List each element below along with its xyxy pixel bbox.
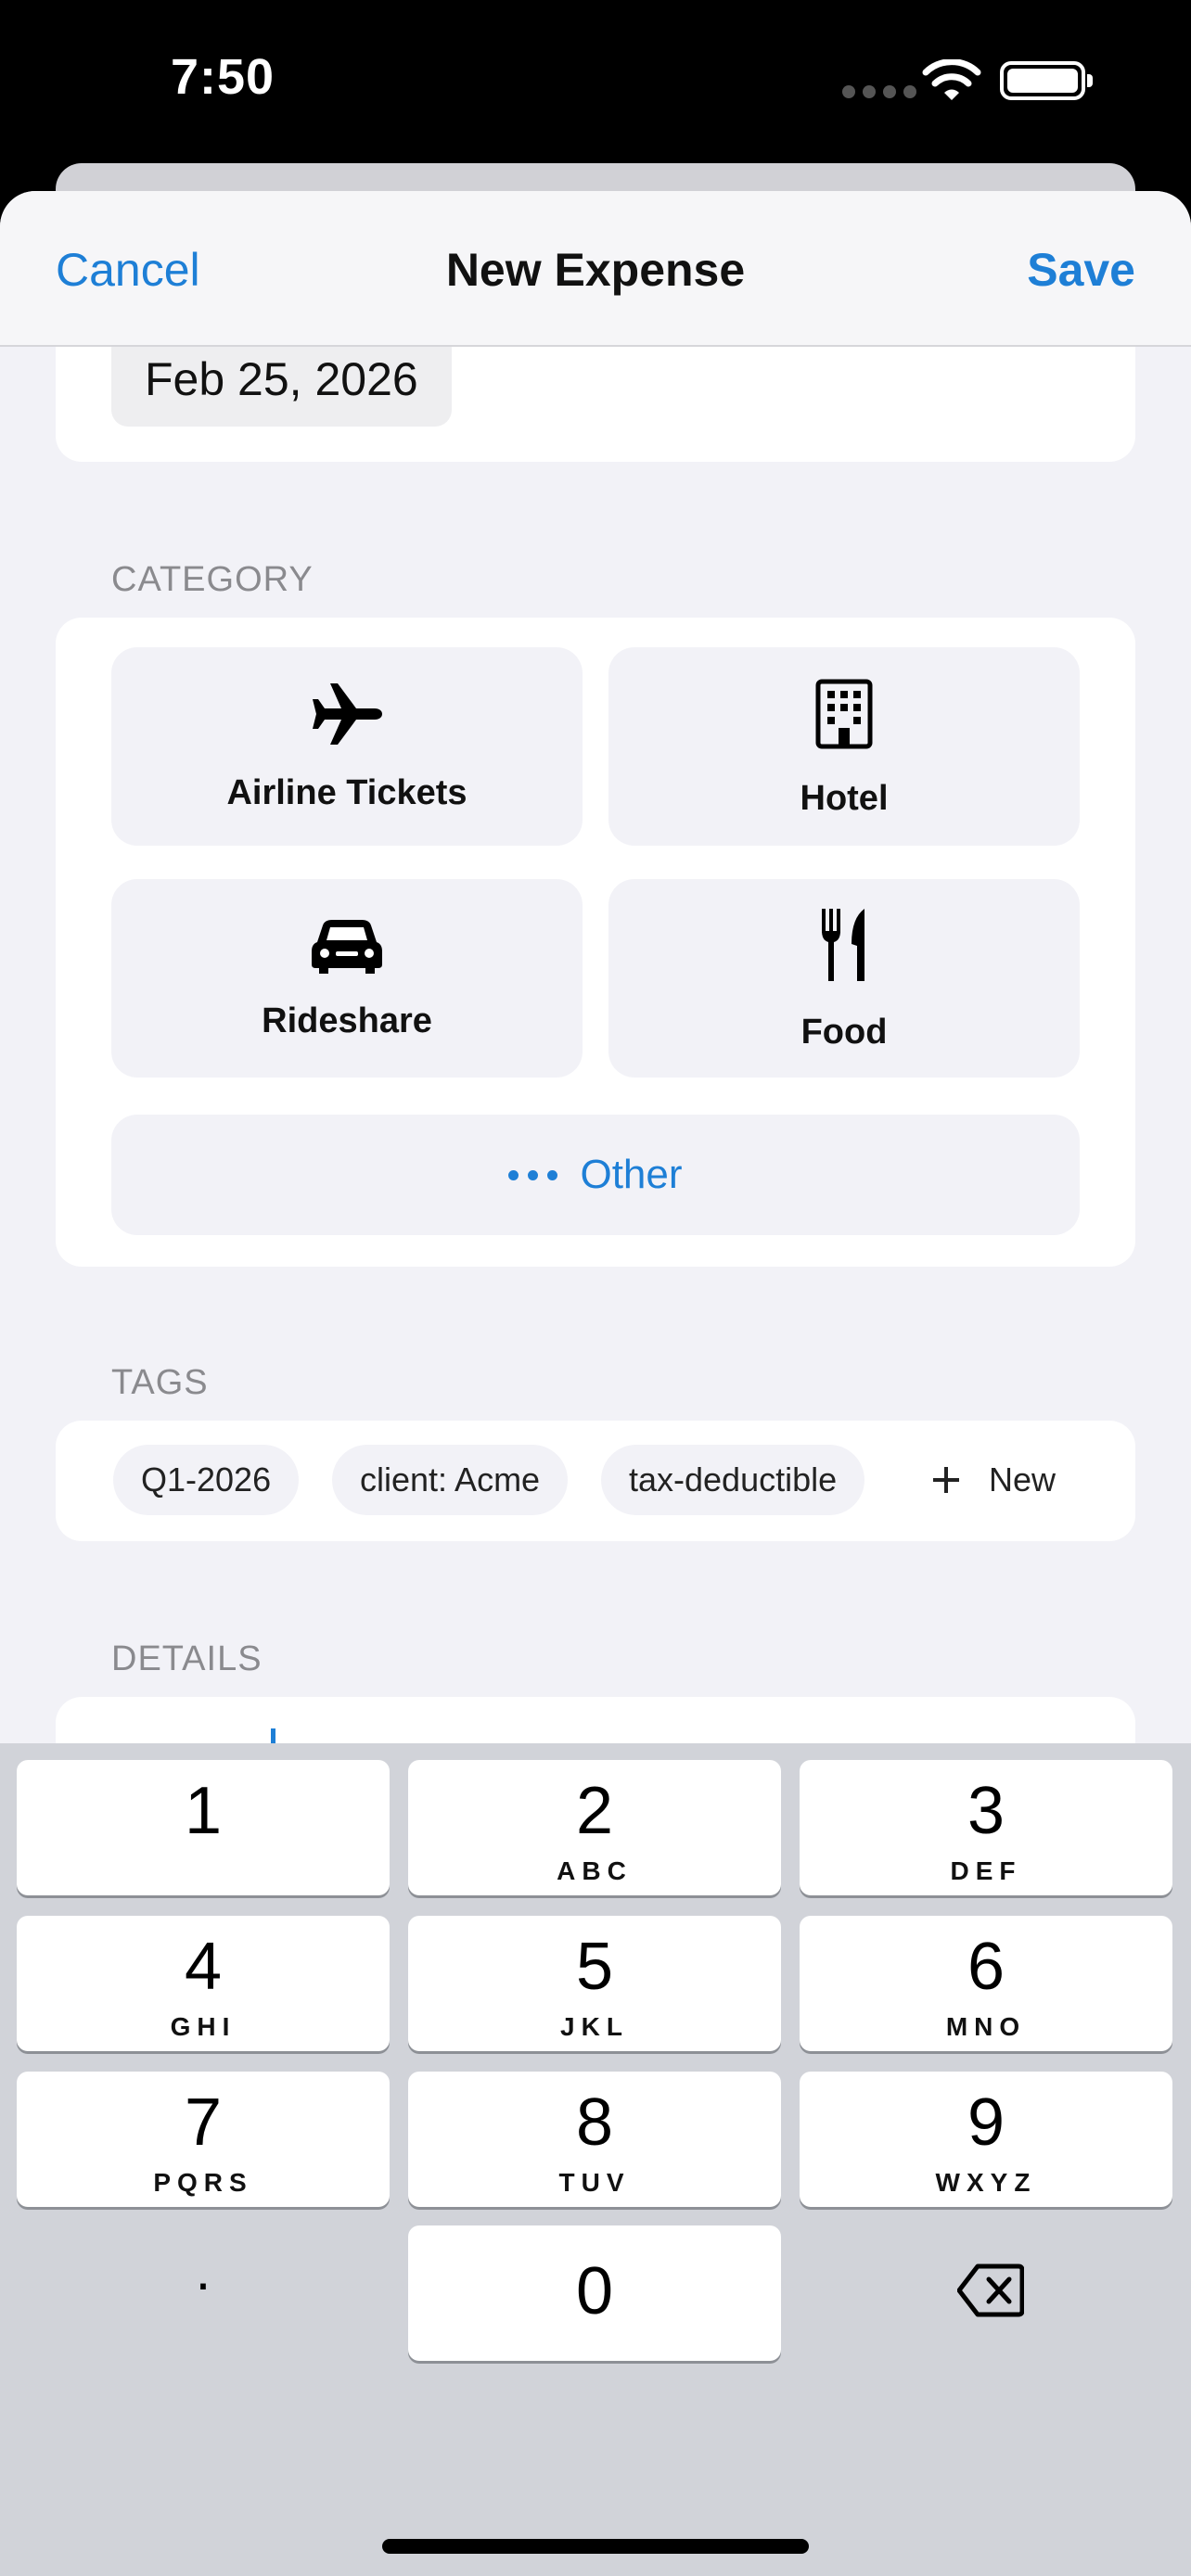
tag-chip[interactable]: tax-deductible [601, 1445, 865, 1515]
details-card [56, 1697, 1135, 1743]
numeric-keyboard: 1 2 ABC 3 DEF 4 GHI 5 JKL 6 MNO 7 PQRS 8 TUV 9 W… [0, 1743, 1191, 2576]
navigation-bar: Cancel New Expense Save [0, 191, 1191, 347]
key-letters: TUV [558, 2168, 631, 2197]
category-airline-tickets-button[interactable]: Airline Tickets [111, 647, 583, 846]
new-tag-button[interactable]: New [931, 1445, 1056, 1515]
tag-chip[interactable]: Q1-2026 [113, 1445, 300, 1515]
key-decimal[interactable]: . [17, 2225, 390, 2361]
category-rideshare-button[interactable]: Rideshare [111, 879, 583, 1078]
key-5[interactable]: 5 JKL [408, 1916, 781, 2051]
fork-knife-icon [608, 903, 1080, 987]
tags-section-label: TAGS [111, 1363, 209, 1402]
key-4[interactable]: 4 GHI [17, 1916, 390, 2051]
key-1[interactable]: 1 [17, 1760, 390, 1895]
key-number: 9 [967, 2085, 1005, 2160]
key-number: 3 [967, 1774, 1005, 1848]
tag-chip[interactable]: client: Acme [332, 1445, 569, 1515]
category-food-button[interactable]: Food [608, 879, 1080, 1078]
key-number: 4 [184, 1930, 223, 2004]
plus-icon [933, 1467, 959, 1493]
key-8[interactable]: 8 TUV [408, 2072, 781, 2207]
delete-backspace-icon [957, 2264, 1024, 2317]
details-section-label: DETAILS [111, 1639, 263, 1678]
key-number: 8 [575, 2085, 614, 2160]
key-letters: MNO [945, 2012, 1027, 2041]
key-number: . [195, 2239, 211, 2302]
key-6[interactable]: 6 MNO [800, 1916, 1172, 2051]
category-section-label: CATEGORY [111, 560, 314, 599]
key-letters: PQRS [153, 2168, 253, 2197]
category-hotel-button[interactable]: Hotel [608, 647, 1080, 846]
key-9[interactable]: 9 WXYZ [800, 2072, 1172, 2207]
category-label: Airline Tickets [226, 773, 467, 812]
car-icon [111, 907, 583, 985]
page-title: New Expense [445, 244, 746, 296]
cellular-signal-icon [842, 85, 916, 98]
home-indicator[interactable] [382, 2539, 809, 2554]
ellipsis-icon [508, 1169, 558, 1180]
key-letters: WXYZ [935, 2168, 1037, 2197]
key-2[interactable]: 2 ABC [408, 1760, 781, 1895]
key-3[interactable]: 3 DEF [800, 1760, 1172, 1895]
category-card: Airline Tickets Hotel Rideshare Food Oth… [56, 618, 1135, 1267]
tags-card: Q1-2026 client: Acme tax-deductible New [56, 1421, 1135, 1541]
status-time: 7:50 [171, 49, 275, 105]
key-letters: JKL [560, 2012, 629, 2041]
category-other-button[interactable]: Other [111, 1115, 1080, 1235]
key-letters: ABC [557, 1856, 633, 1885]
delete-key[interactable] [800, 2225, 1172, 2361]
category-label: Other [580, 1152, 683, 1197]
key-letters: GHI [170, 2012, 237, 2041]
category-label: Rideshare [262, 1001, 432, 1040]
category-label: Hotel [800, 779, 889, 818]
airplane-icon [111, 675, 583, 753]
save-button[interactable]: Save [1027, 243, 1135, 297]
key-0[interactable]: 0 [408, 2225, 781, 2361]
category-label: Food [800, 1013, 888, 1052]
key-7[interactable]: 7 PQRS [17, 2072, 390, 2207]
key-number: 0 [575, 2254, 614, 2328]
key-number: 7 [184, 2085, 223, 2160]
amount-input-caret[interactable] [271, 1728, 275, 1743]
building-icon [608, 675, 1080, 753]
battery-icon [1000, 61, 1093, 100]
status-bar: 7:50 [0, 0, 1191, 167]
key-number: 5 [575, 1930, 614, 2004]
new-expense-sheet: Cancel New Expense Save Feb 25, 2026 CAT… [0, 191, 1191, 1743]
key-number: 6 [967, 1930, 1005, 2004]
key-number: 2 [575, 1774, 614, 1848]
key-number: 1 [184, 1774, 223, 1848]
wifi-icon [922, 59, 981, 100]
key-letters: DEF [950, 1856, 1022, 1885]
new-tag-label: New [989, 1460, 1057, 1498]
